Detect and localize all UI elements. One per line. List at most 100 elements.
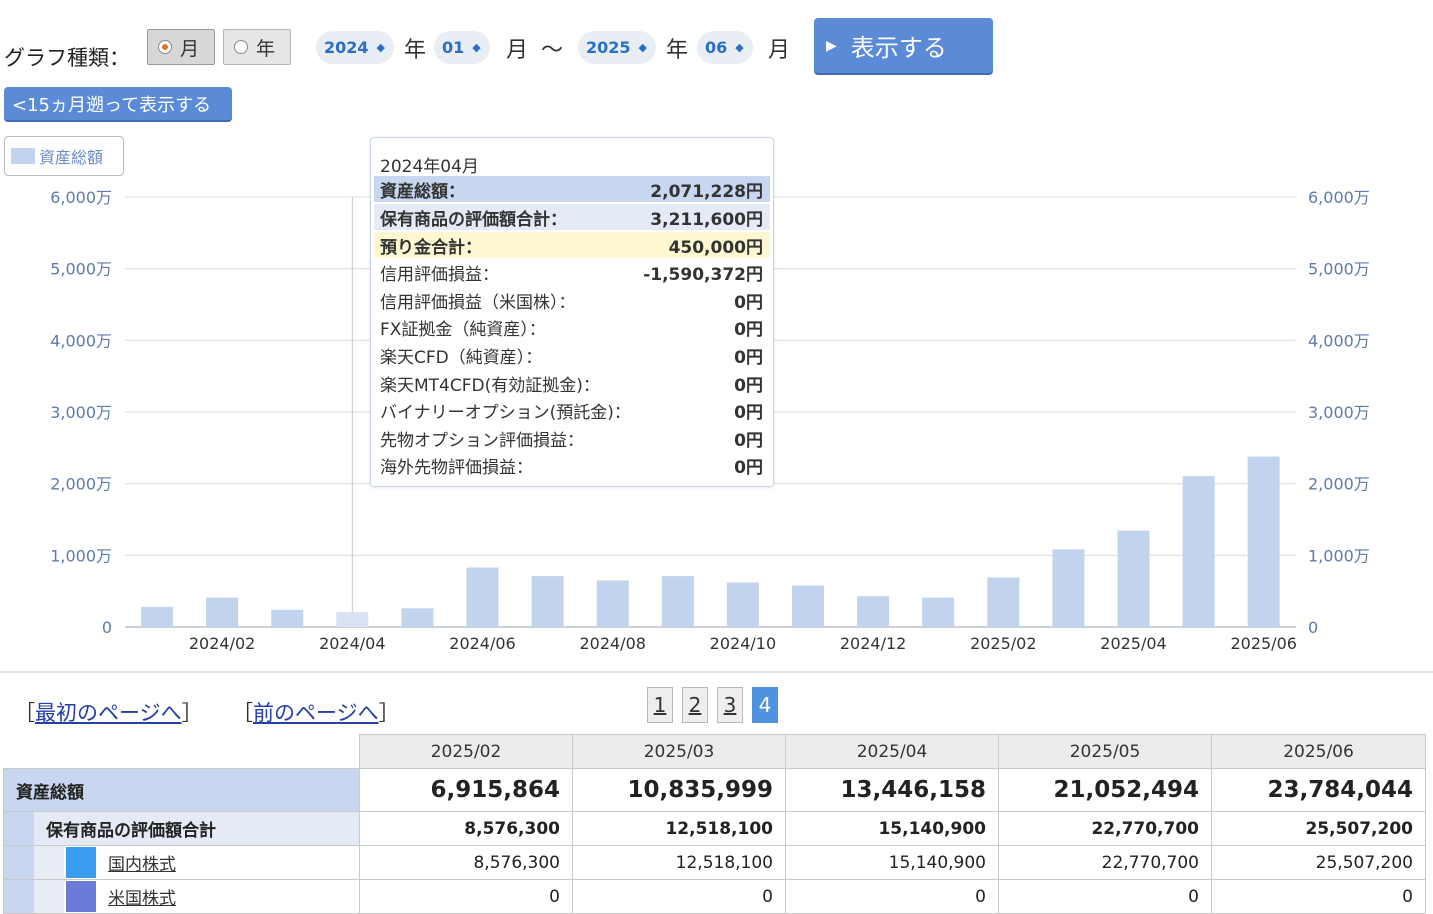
table-header-row: 2025/02 2025/03 2025/04 2025/05 2025/06 [3,734,1426,769]
y-tick-label-right: 5,000万 [1308,260,1370,279]
y-tick-label-right: 2,000万 [1308,475,1370,494]
tooltip-value: 0円 [734,457,763,478]
to-month-select[interactable]: 06 ◆ [697,31,753,64]
column-header: 2025/05 [998,734,1212,769]
bar-2024/08 [596,580,629,627]
tooltip-row: 信用評価損益： -1,590,372円 [374,259,770,285]
radio-month[interactable]: 月 [147,29,215,65]
table-cell: 0 [359,879,573,914]
page-1-button[interactable]: 1 [647,687,673,723]
chart-legend[interactable]: 資産総額 [4,136,124,176]
section-divider [0,671,1433,673]
radio-selected-icon [158,40,172,54]
table-cell: 0 [785,879,999,914]
column-header: 2025/03 [572,734,786,769]
x-tick-label: 2024/10 [710,634,776,653]
back-15-months-label: <15ヵ月遡って表示する [12,94,212,116]
table-cell: 22,770,700 [998,811,1212,846]
y-tick-label-left: 2,000万 [50,475,112,494]
to-year-select[interactable]: 2025 ◆ [578,31,656,64]
play-icon: ▶ [826,37,837,54]
radio-year[interactable]: 年 [223,29,291,65]
table-row-total-assets: 資産総額 6,915,864 10,835,999 13,446,158 21,… [3,768,1426,812]
tooltip-row-holdings: 保有商品の評価額合計： 3,211,600円 [374,204,770,230]
x-tick-label: 2025/02 [970,634,1036,653]
bar-2024/04 [336,612,369,627]
tooltip-value: -1,590,372円 [643,264,763,285]
table-cell: 15,140,900 [785,811,999,846]
to-year-unit: 年 [666,38,689,63]
table-cell: 15,140,900 [785,845,999,880]
display-button-label: 表示する [850,34,947,62]
y-tick-label-left: 1,000万 [50,546,112,565]
controls-bar: グラフ種類： 月 年 2024 ◆ 年 01 ◆ 月 〜 2025 ◆ 年 06… [0,0,1433,80]
domestic-stock-link[interactable]: 国内株式 [108,850,176,875]
bracket: ］ [378,701,400,725]
tooltip-row: 楽天MT4CFD(有効証拠金)： 0円 [374,370,770,396]
table-cell: 0 [572,879,786,914]
bar-2024/07 [531,576,564,627]
table-cell: 25,507,200 [1211,811,1426,846]
tooltip-value: 3,211,600円 [650,209,763,230]
prev-page-link[interactable]: 前のページへ [253,701,379,725]
bracket: ［ [232,701,253,725]
us-stock-link[interactable]: 米国株式 [108,884,176,909]
tooltip-label: FX証拠金（純資産）： [380,319,546,340]
table-cell: 8,576,300 [359,845,573,880]
x-tick-label: 2025/06 [1230,634,1296,653]
table-cell: 13,446,158 [785,768,999,812]
table-cell: 23,784,044 [1211,768,1426,812]
table-cell: 0 [1211,879,1426,914]
y-tick-label-right: 1,000万 [1308,546,1370,565]
column-header: 2025/04 [785,734,999,769]
row-label: 資産総額 [3,768,360,812]
bar-2024/12 [857,596,890,627]
page-4-button[interactable]: 4 [752,687,778,723]
table-cell: 12,518,100 [572,811,786,846]
first-page-link[interactable]: 最初のページへ [35,701,182,725]
table-cell: 22,770,700 [998,845,1212,880]
tooltip-value: 0円 [734,319,763,340]
from-year-value: 2024 [324,38,369,57]
tooltip-label: 海外先物評価損益： [380,457,533,478]
row-label-cell: 米国株式 [3,879,360,914]
to-month-value: 06 [705,38,728,57]
legend-swatch [11,148,35,164]
radio-unselected-icon [234,40,248,54]
bar-2024/03 [271,609,304,627]
tooltip-label: 先物オプション評価損益： [380,430,584,451]
radio-month-label: 月 [180,37,200,60]
back-15-months-button[interactable]: <15ヵ月遡って表示する [4,87,232,120]
page-2-button[interactable]: 2 [682,687,708,723]
indent-bar [34,846,64,879]
tooltip-label: 信用評価損益（米国株）： [380,292,576,313]
indent-bar [4,846,34,879]
from-month-select[interactable]: 01 ◆ [434,31,490,64]
tooltip-value: 0円 [734,347,763,368]
from-month-value: 01 [442,38,465,57]
bracket: ［ [14,701,35,725]
updown-chevron-icon: ◆ [376,41,385,54]
tooltip-label: 楽天CFD（純資産）： [380,347,543,368]
table-cell: 10,835,999 [572,768,786,812]
page-3-button[interactable]: 3 [717,687,743,723]
graph-type-label: グラフ種類： [4,46,130,70]
asset-table: 2025/02 2025/03 2025/04 2025/05 2025/06 … [3,734,1426,914]
x-tick-label: 2024/08 [579,634,645,653]
bracket: ］ [181,701,203,725]
y-tick-label-left: 0 [102,618,112,637]
to-month-unit: 月 [768,38,791,63]
radio-year-label: 年 [256,37,276,60]
tooltip-row: 楽天CFD（純資産）： 0円 [374,342,770,368]
column-header: 2025/06 [1211,734,1426,769]
bar-2025/01 [922,597,955,627]
tooltip-label: 保有商品の評価額合計： [380,209,567,230]
display-button[interactable]: ▶ 表示する [814,18,993,73]
tooltip-label: 預り金合計： [380,237,482,258]
from-year-select[interactable]: 2024 ◆ [316,31,394,64]
bar-2024/06 [466,567,499,627]
y-tick-label-right: 4,000万 [1308,331,1370,350]
table-corner [3,734,360,769]
table-cell: 0 [998,879,1212,914]
tooltip-label: 楽天MT4CFD(有効証拠金)： [380,375,600,396]
